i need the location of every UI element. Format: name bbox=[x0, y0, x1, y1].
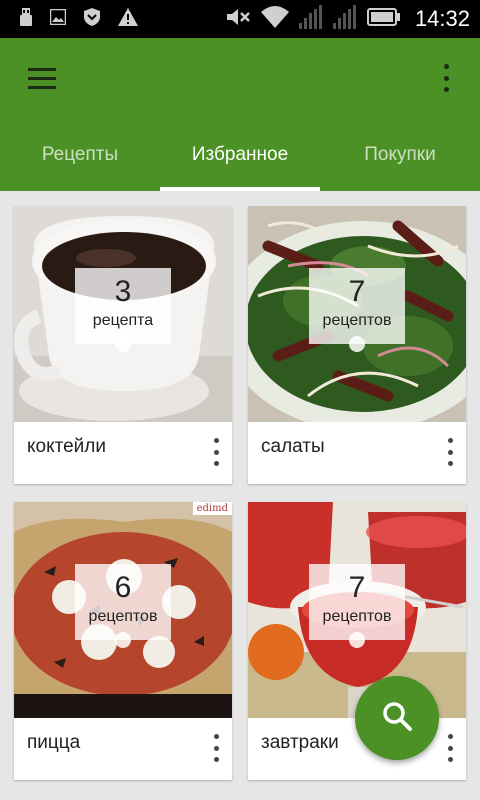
recipe-count-word: рецептов bbox=[88, 608, 158, 625]
status-bar: 14:32 bbox=[0, 0, 480, 38]
recipe-count: 7 bbox=[348, 275, 366, 308]
tab-recipes[interactable]: Рецепты bbox=[0, 130, 160, 191]
tab-favorites[interactable]: Избранное bbox=[160, 130, 320, 191]
category-card-cocktails[interactable]: 3 рецепта коктейли bbox=[14, 206, 232, 484]
search-fab[interactable] bbox=[355, 676, 439, 760]
mute-icon bbox=[226, 7, 251, 32]
battery-icon bbox=[366, 7, 401, 31]
shield-icon bbox=[84, 7, 100, 31]
search-icon bbox=[381, 700, 413, 737]
warning-icon bbox=[118, 7, 138, 31]
recipe-count: 6 bbox=[114, 571, 132, 604]
category-title: завтраки bbox=[261, 732, 339, 753]
badge-dot bbox=[115, 336, 131, 352]
recipe-count-badge: 7 рецептов bbox=[309, 268, 405, 352]
usb-icon bbox=[20, 7, 32, 31]
more-vert-icon[interactable] bbox=[446, 734, 454, 762]
wifi-icon bbox=[260, 5, 289, 33]
tab-shopping[interactable]: Покупки bbox=[320, 130, 480, 191]
tab-bar: Рецепты Избранное Покупки bbox=[0, 130, 480, 191]
recipe-count-badge: 7 рецептов bbox=[309, 564, 405, 648]
recipe-count-word: рецепта bbox=[92, 312, 154, 329]
recipe-count-badge: 6 рецептов bbox=[75, 564, 171, 648]
recipe-count-word: рецептов bbox=[322, 312, 392, 329]
badge-dot bbox=[349, 632, 365, 648]
category-title: пицца bbox=[27, 732, 81, 753]
recipe-count: 7 bbox=[348, 571, 366, 604]
category-card-pizza[interactable]: edimd 6 рецептов пицца bbox=[14, 502, 232, 780]
image-icon bbox=[49, 8, 67, 30]
recipe-count: 3 bbox=[114, 275, 132, 308]
category-title: салаты bbox=[261, 436, 325, 457]
badge-dot bbox=[115, 632, 131, 648]
clock: 14:32 bbox=[414, 6, 470, 31]
hamburger-menu-icon[interactable] bbox=[28, 68, 56, 90]
signal-icon bbox=[332, 4, 357, 34]
more-vert-icon[interactable] bbox=[446, 438, 454, 466]
more-vert-icon[interactable] bbox=[212, 734, 220, 762]
category-card-salads[interactable]: 7 рецептов салаты bbox=[248, 206, 466, 484]
recipe-count-badge: 3 рецепта bbox=[75, 268, 171, 352]
signal-icon bbox=[298, 4, 323, 34]
watermark: edimd bbox=[192, 502, 232, 515]
badge-dot bbox=[349, 336, 365, 352]
recipe-count-word: рецептов bbox=[322, 608, 392, 625]
more-vert-icon[interactable] bbox=[212, 438, 220, 466]
more-vert-icon[interactable] bbox=[442, 64, 450, 92]
app-bar: Рецепты Избранное Покупки bbox=[0, 38, 480, 191]
category-title: коктейли bbox=[27, 436, 106, 457]
